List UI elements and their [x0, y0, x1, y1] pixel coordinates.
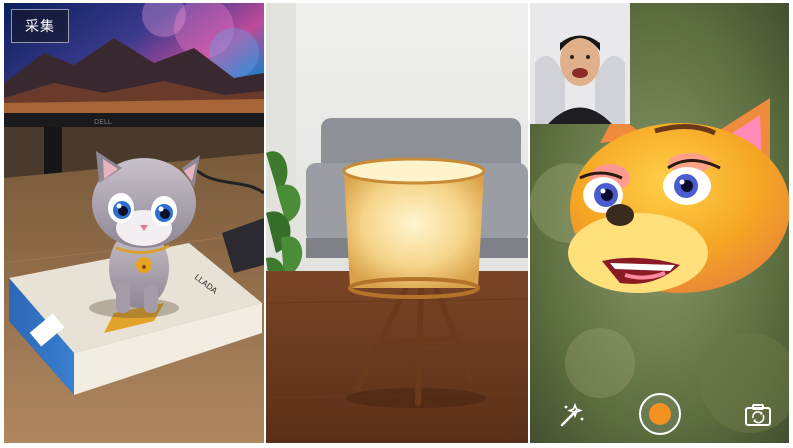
magic-wand-icon[interactable]: [558, 401, 586, 429]
cat-scene-image: DELL LLADA: [4, 3, 264, 443]
lamp-scene-image: [266, 3, 528, 443]
capture-label[interactable]: 采集: [11, 9, 69, 43]
ar-fox-call-scene: [530, 3, 789, 443]
shutter-button[interactable]: [639, 393, 681, 435]
pip-camera-view[interactable]: [530, 3, 630, 124]
ar-cat-scene: DELL LLADA 采集: [4, 3, 264, 443]
ar-lamp-scene: [266, 3, 528, 443]
camera-flip-icon[interactable]: [744, 403, 772, 427]
camera-controls: [530, 383, 789, 443]
record-icon: [649, 403, 671, 425]
pip-person-image: [530, 3, 630, 124]
svg-text:DELL: DELL: [94, 118, 112, 126]
ar-demo-collage: DELL LLADA 采集: [0, 0, 793, 448]
